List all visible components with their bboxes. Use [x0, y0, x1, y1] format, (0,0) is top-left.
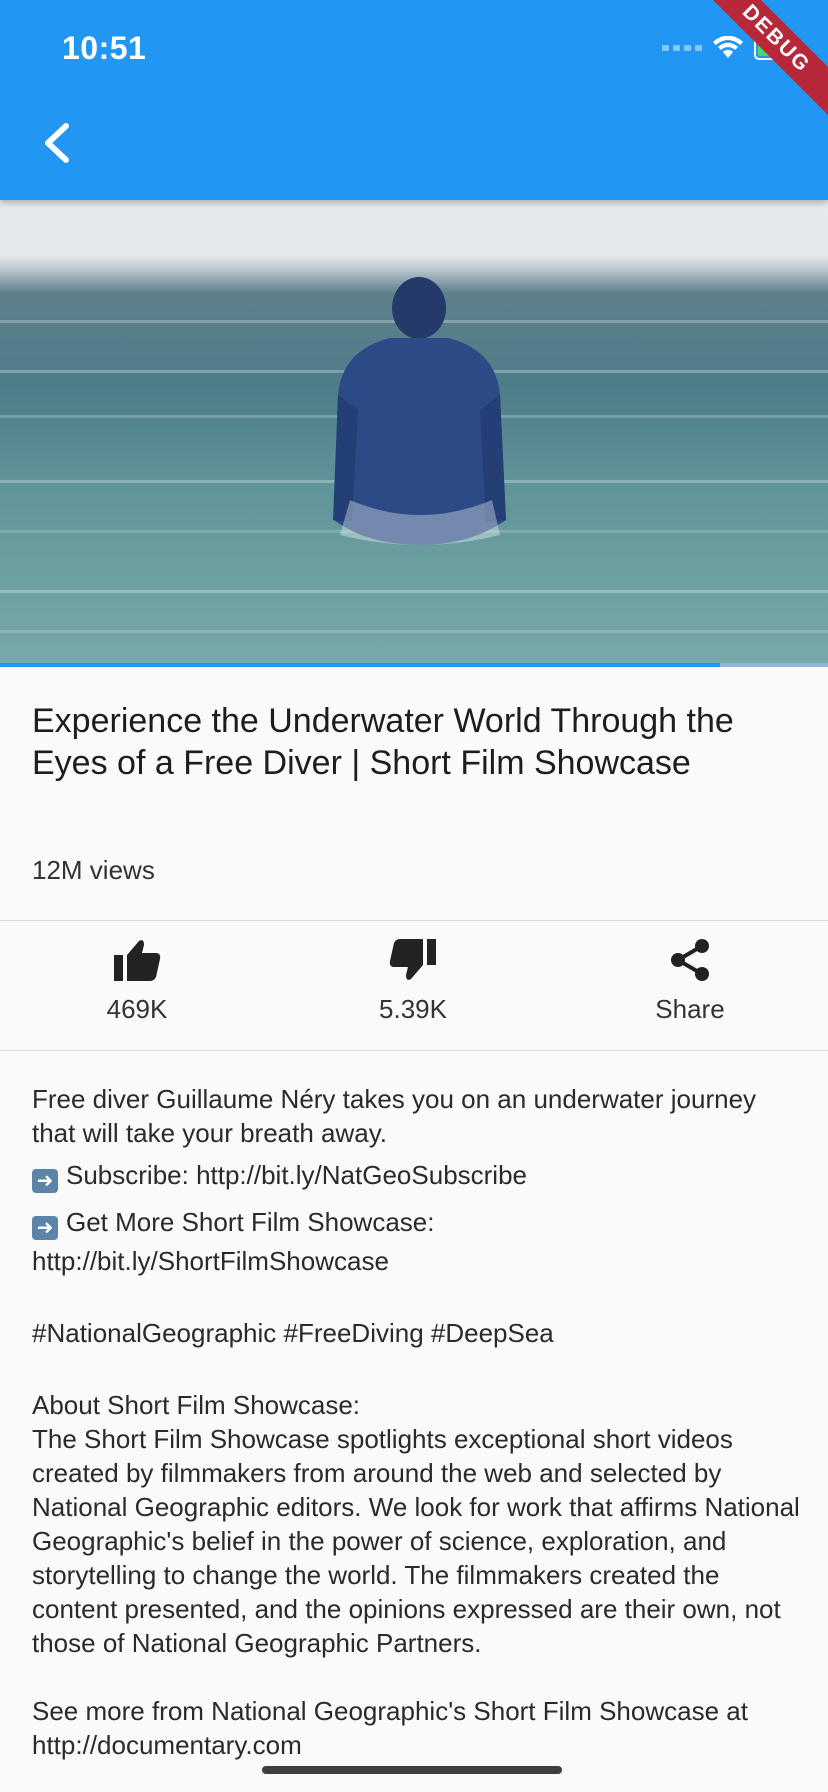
share-icon	[671, 939, 709, 981]
cellular-signal-icon	[662, 45, 702, 51]
video-progress-bar[interactable]	[0, 663, 828, 667]
action-row: 469K 5.39K Share	[0, 922, 828, 1050]
more-link[interactable]: http://bit.ly/ShortFilmShowcase	[32, 1244, 802, 1278]
back-button[interactable]	[38, 118, 78, 168]
like-button[interactable]: 469K	[37, 922, 237, 1025]
right-arrow-icon: ➜	[32, 1169, 58, 1193]
right-arrow-icon: ➜	[32, 1216, 58, 1240]
hashtags[interactable]: #NationalGeographic #FreeDiving #DeepSea	[32, 1316, 802, 1350]
subscribe-line: ➜ Subscribe: http://bit.ly/NatGeoSubscrib…	[32, 1158, 802, 1193]
diver-figure	[333, 277, 506, 545]
video-player[interactable]	[0, 200, 828, 665]
divider	[0, 1050, 828, 1051]
share-label: Share	[655, 994, 725, 1024]
more-line: ➜ Get More Short Film Showcase:	[32, 1205, 802, 1240]
wifi-icon	[713, 36, 743, 58]
like-count: 469K	[106, 994, 168, 1024]
video-progress-fill	[0, 663, 721, 667]
thumb-down-icon	[389, 939, 436, 980]
about-body: The Short Film Showcase spotlights excep…	[32, 1424, 800, 1658]
about-heading: About Short Film Showcase:	[32, 1390, 361, 1420]
status-time: 10:51	[62, 30, 147, 66]
thumb-up-icon	[114, 940, 161, 981]
view-count: 12M views	[32, 855, 155, 885]
video-description: Free diver Guillaume Néry takes you on a…	[32, 1082, 802, 1762]
more-label: Get More Short Film Showcase:	[66, 1207, 435, 1237]
see-more-text: See more from National Geographic's Shor…	[32, 1696, 748, 1760]
back-icon	[45, 123, 69, 163]
dislike-button[interactable]: 5.39K	[313, 922, 513, 1025]
description-intro: Free diver Guillaume Néry takes you on a…	[32, 1084, 757, 1148]
dislike-count: 5.39K	[379, 994, 447, 1024]
divider	[0, 920, 828, 921]
share-button[interactable]: Share	[590, 922, 790, 1025]
subscribe-text[interactable]: Subscribe: http://bit.ly/NatGeoSubscribe	[66, 1160, 527, 1190]
home-indicator	[262, 1766, 562, 1774]
video-title: Experience the Underwater World Through …	[32, 702, 734, 782]
app-bar: 10:51	[0, 0, 828, 200]
